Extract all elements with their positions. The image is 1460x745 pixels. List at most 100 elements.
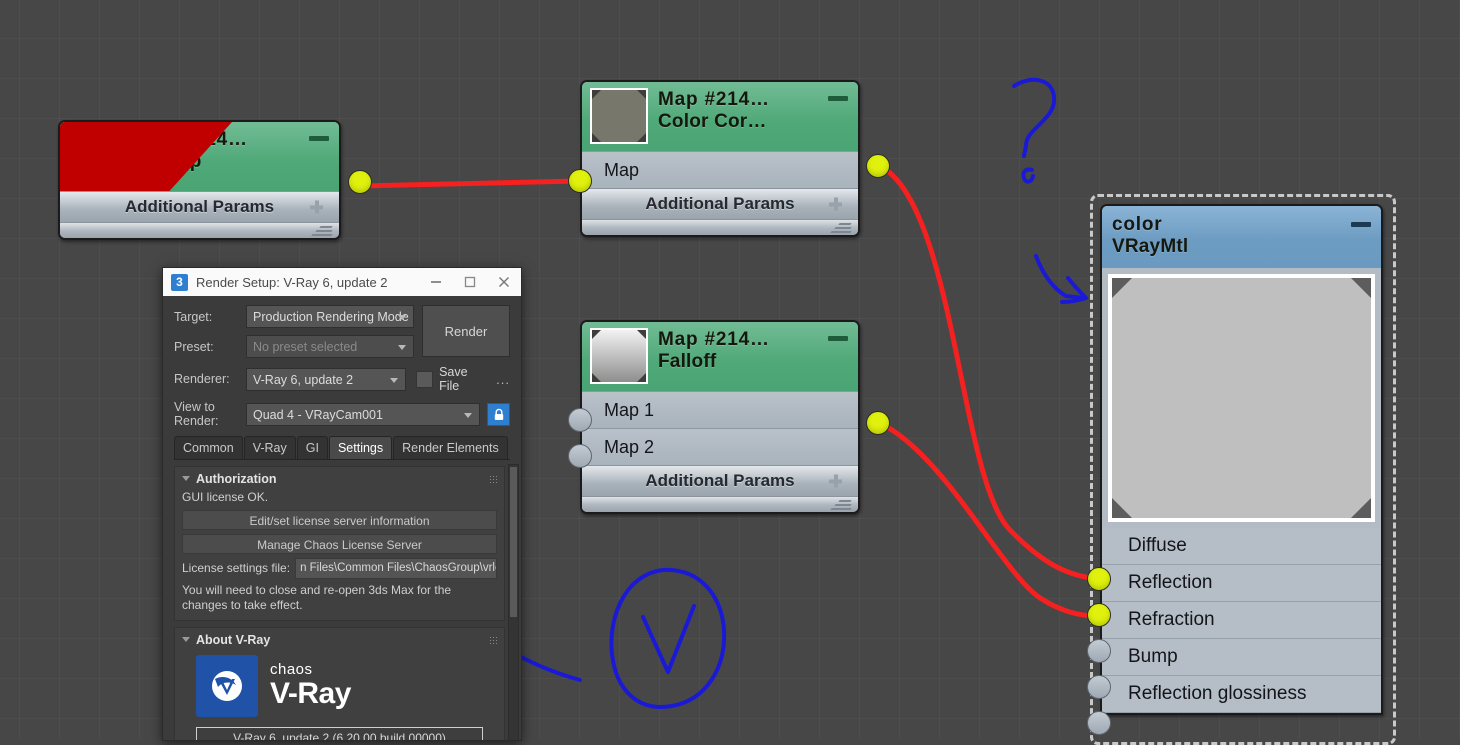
authorization-title: Authorization <box>196 471 277 486</box>
vraymtl-slot-diffuse[interactable]: Diffuse <box>1102 527 1381 565</box>
vraymtl-slot-reflection-glossiness[interactable]: Reflection glossiness <box>1102 675 1381 713</box>
save-file-browse-button[interactable]: ... <box>496 372 510 387</box>
render-button[interactable]: Render <box>422 305 510 357</box>
render-setup-dialog[interactable]: 3 Render Setup: V-Ray 6, update 2 Target… <box>162 267 522 741</box>
minimize-button[interactable] <box>419 268 453 296</box>
colorcorrection-input-map[interactable]: Map <box>582 151 858 188</box>
target-label: Target: <box>174 309 213 324</box>
vraymtl-title-bar[interactable]: color VRayMtl <box>1102 206 1381 268</box>
render-button-label: Render <box>444 323 488 339</box>
chaos-vray-logo-icon <box>196 654 258 717</box>
tab-vray-label: V-Ray <box>252 440 287 455</box>
falloff-output-socket[interactable] <box>866 411 890 435</box>
vraymtl-reflection-socket[interactable] <box>1087 603 1111 627</box>
colorcorrection-map-input-socket[interactable] <box>568 169 592 193</box>
tab-gi[interactable]: GI <box>296 435 328 459</box>
chevron-down-icon <box>464 412 472 418</box>
dialog-tabs[interactable]: Common V-Ray GI Settings Render Elements <box>174 435 510 460</box>
plus-icon[interactable] <box>829 474 842 488</box>
collapse-icon[interactable] <box>1351 222 1371 227</box>
target-row: Target: Production Rendering Mode <box>174 305 414 328</box>
bitmap-additional-params[interactable]: Additional Params <box>60 191 339 222</box>
falloff-map1-input-socket[interactable] <box>568 408 592 432</box>
bitmap-title-bar[interactable]: Map #214… Bitmap <box>60 122 339 196</box>
settings-scrollbar-thumb[interactable] <box>510 466 517 617</box>
vraymtl-slot-reflection[interactable]: Reflection <box>1102 564 1381 602</box>
collapse-icon[interactable] <box>309 136 329 141</box>
preset-value: No preset selected <box>253 340 358 354</box>
bitmap-output-socket[interactable] <box>348 170 372 194</box>
about-vray-rollout[interactable]: About V-Ray chaos V-Ray V-Ray 6, update … <box>174 626 505 740</box>
falloff-input-map2[interactable]: Map 2 <box>582 428 858 465</box>
falloff-node-type: Falloff <box>658 350 717 372</box>
renderer-dropdown[interactable]: V-Ray 6, update 2 <box>246 367 407 391</box>
license-settings-file-value[interactable]: n Files\Common Files\ChaosGroup\vrlclien… <box>295 557 497 579</box>
resize-grip-icon[interactable] <box>829 223 853 233</box>
tab-render-elements[interactable]: Render Elements <box>393 435 508 459</box>
vraymtl-slot-refraction-label: Refraction <box>1128 608 1215 630</box>
authorization-rollout[interactable]: Authorization GUI license OK. Edit/set l… <box>174 465 505 621</box>
plus-icon[interactable] <box>829 197 842 211</box>
falloff-title-bar[interactable]: Map #214… Falloff <box>582 322 858 391</box>
vraymtl-slot-list: Diffuse Reflection Refraction Bump Refle… <box>1102 527 1381 713</box>
bitmap-thumbnail[interactable] <box>68 128 126 184</box>
target-dropdown[interactable]: Production Rendering Mode <box>246 305 414 328</box>
settings-rollout-area[interactable]: Authorization GUI license OK. Edit/set l… <box>163 459 521 740</box>
vraymtl-bump-socket[interactable] <box>1087 675 1111 699</box>
save-file-checkbox[interactable] <box>416 370 434 388</box>
license-settings-file-label: License settings file: <box>182 561 291 576</box>
authorization-rollout-header[interactable]: Authorization <box>182 472 497 486</box>
about-vray-rollout-header[interactable]: About V-Ray <box>182 633 497 647</box>
close-button[interactable] <box>487 268 521 296</box>
save-file-label: Save File <box>439 365 468 393</box>
maximize-button[interactable] <box>453 268 487 296</box>
drag-handle-icon[interactable] <box>489 474 497 483</box>
bitmap-node-name: Map #214… <box>136 129 248 150</box>
node-bitmap[interactable]: Map #214… Bitmap Additional Params <box>58 120 372 240</box>
falloff-additional-params[interactable]: Additional Params <box>582 465 858 496</box>
resize-grip-icon[interactable] <box>310 226 334 236</box>
vraymtl-node-name: color <box>1112 214 1163 235</box>
colorcorrection-additional-params[interactable]: Additional Params <box>582 188 858 219</box>
edit-license-server-button[interactable]: Edit/set license server information <box>182 509 497 530</box>
resize-grip-icon[interactable] <box>829 500 853 510</box>
node-falloff[interactable]: Map #214… Falloff Map 1 Map 2 Additional… <box>568 320 890 514</box>
chevron-down-icon[interactable] <box>182 637 190 643</box>
vraymtl-slot-refraction[interactable]: Refraction <box>1102 601 1381 639</box>
chevron-down-icon <box>398 315 406 320</box>
collapse-icon[interactable] <box>828 336 848 341</box>
preset-dropdown[interactable]: No preset selected <box>246 335 414 358</box>
tab-common[interactable]: Common <box>174 435 243 459</box>
chevron-down-icon[interactable] <box>182 476 190 482</box>
plus-icon[interactable] <box>310 200 323 214</box>
colorcorrection-additional-params-label: Additional Params <box>645 194 795 213</box>
lock-view-button[interactable] <box>487 402 510 426</box>
node-vraymtl[interactable]: color VRayMtl Diffuse Reflection Refract… <box>1087 204 1403 738</box>
manage-chaos-license-server-button[interactable]: Manage Chaos License Server <box>182 533 497 554</box>
dialog-title-bar[interactable]: 3 Render Setup: V-Ray 6, update 2 <box>163 268 521 296</box>
view-to-render-dropdown[interactable]: Quad 4 - VRayCam001 <box>246 402 480 426</box>
falloff-input-map1[interactable]: Map 1 <box>582 391 858 428</box>
vraymtl-slot-reflection-glossiness-label: Reflection glossiness <box>1128 682 1307 704</box>
falloff-input-map1-label: Map 1 <box>604 399 655 420</box>
vraymtl-refraction-socket[interactable] <box>1087 639 1111 663</box>
falloff-thumbnail[interactable] <box>590 328 648 384</box>
vraymtl-diffuse-socket[interactable] <box>1087 567 1111 591</box>
preset-label: Preset: <box>174 339 214 354</box>
tab-settings[interactable]: Settings <box>328 435 393 459</box>
collapse-icon[interactable] <box>828 96 848 101</box>
tab-vray[interactable]: V-Ray <box>243 435 296 459</box>
vraymtl-slot-bump[interactable]: Bump <box>1102 638 1381 676</box>
dialog-title: Render Setup: V-Ray 6, update 2 <box>196 274 388 290</box>
colorcorrection-title-bar[interactable]: Map #214… Color Cor… <box>582 82 858 151</box>
colorcorrection-footer <box>582 219 858 235</box>
falloff-map2-input-socket[interactable] <box>568 444 592 468</box>
colorcorrection-output-socket[interactable] <box>866 154 890 178</box>
colorcorrection-thumbnail[interactable] <box>590 88 648 144</box>
drag-handle-icon[interactable] <box>489 635 497 644</box>
falloff-footer <box>582 496 858 512</box>
settings-scrollbar[interactable] <box>508 463 519 740</box>
vraymtl-material-preview[interactable] <box>1108 273 1375 522</box>
vraymtl-reflection-glossiness-socket[interactable] <box>1087 711 1111 735</box>
node-color-correction[interactable]: Map #214… Color Cor… Map Additional Para… <box>568 80 890 237</box>
